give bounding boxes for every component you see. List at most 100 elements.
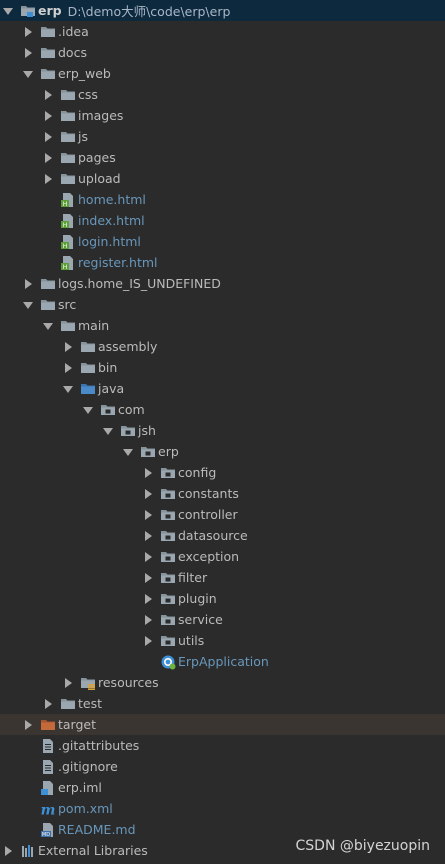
folder-icon (80, 360, 96, 376)
tree-node-main[interactable]: main (0, 315, 445, 336)
tree-node-erp[interactable]: erp D:\demo大师\code\erp\erp (0, 0, 445, 21)
svg-text:H: H (63, 243, 68, 250)
tree-node-datasource[interactable]: datasource (0, 525, 445, 546)
tree-node-service[interactable]: service (0, 609, 445, 630)
tree-node-label: erp.iml (58, 780, 102, 795)
collapse-arrow-icon[interactable] (22, 294, 34, 315)
collapse-arrow-icon[interactable] (82, 399, 94, 420)
tree-node-gitignore[interactable]: .gitignore (0, 756, 445, 777)
tree-node-com[interactable]: com (0, 399, 445, 420)
expand-arrow-icon[interactable] (62, 336, 74, 357)
collapse-arrow-icon[interactable] (42, 315, 54, 336)
tree-node-css[interactable]: css (0, 84, 445, 105)
tree-node-constants[interactable]: constants (0, 483, 445, 504)
libraries-icon (20, 843, 36, 859)
expand-arrow-icon[interactable] (42, 693, 54, 714)
expand-arrow-icon[interactable] (142, 462, 154, 483)
expand-arrow-icon[interactable] (142, 630, 154, 651)
tree-node-login-html[interactable]: Hlogin.html (0, 231, 445, 252)
folder-icon (60, 318, 76, 334)
tree-node-erp-web[interactable]: erp_web (0, 63, 445, 84)
excluded-folder-icon (40, 717, 56, 733)
tree-node-erp-application[interactable]: ErpApplication (0, 651, 445, 672)
package-icon (160, 486, 176, 502)
collapse-arrow-icon[interactable] (102, 420, 114, 441)
tree-node-js[interactable]: js (0, 126, 445, 147)
tree-node-pom-xml[interactable]: m pom.xml (0, 798, 445, 819)
resources-folder-icon (80, 675, 96, 691)
expand-arrow-icon[interactable] (42, 126, 54, 147)
tree-node-plugin[interactable]: plugin (0, 588, 445, 609)
tree-node-images[interactable]: images (0, 105, 445, 126)
tree-node-assembly[interactable]: assembly (0, 336, 445, 357)
tree-node-test[interactable]: test (0, 693, 445, 714)
expand-arrow-icon[interactable] (62, 357, 74, 378)
expand-arrow-icon[interactable] (22, 42, 34, 63)
tree-node-src[interactable]: src (0, 294, 445, 315)
tree-node-label: exception (178, 549, 240, 564)
package-icon (100, 402, 116, 418)
package-icon (160, 549, 176, 565)
maven-icon: m (40, 801, 56, 817)
tree-node-logs[interactable]: logs.home_IS_UNDEFINED (0, 273, 445, 294)
tree-node-pages[interactable]: pages (0, 147, 445, 168)
tree-node-label: js (78, 129, 88, 144)
tree-node-label: config (178, 465, 217, 480)
expand-arrow-icon[interactable] (22, 273, 34, 294)
expand-arrow-icon[interactable] (142, 567, 154, 588)
tree-node-jsh[interactable]: jsh (0, 420, 445, 441)
tree-node-gitattributes[interactable]: .gitattributes (0, 735, 445, 756)
tree-node-register-html[interactable]: Hregister.html (0, 252, 445, 273)
expand-arrow-icon[interactable] (142, 525, 154, 546)
tree-node-home-html[interactable]: Hhome.html (0, 189, 445, 210)
expand-arrow-icon[interactable] (22, 714, 34, 735)
tree-node-label: pages (78, 150, 116, 165)
tree-node-label: erp_web (58, 66, 111, 81)
expand-arrow-icon[interactable] (142, 504, 154, 525)
tree-node-label: ErpApplication (178, 654, 269, 669)
tree-node-upload[interactable]: upload (0, 168, 445, 189)
collapse-arrow-icon[interactable] (22, 63, 34, 84)
tree-node-target[interactable]: target (0, 714, 445, 735)
folder-icon (40, 276, 56, 292)
expand-arrow-icon[interactable] (42, 84, 54, 105)
expand-arrow-icon[interactable] (42, 168, 54, 189)
tree-node-utils[interactable]: utils (0, 630, 445, 651)
tree-node-readme[interactable]: MD README.md (0, 819, 445, 840)
expand-arrow-icon[interactable] (2, 840, 14, 861)
text-file-icon (40, 738, 56, 754)
folder-icon (60, 129, 76, 145)
tree-node-docs[interactable]: docs (0, 42, 445, 63)
package-icon (160, 633, 176, 649)
collapse-arrow-icon[interactable] (62, 378, 74, 399)
expand-arrow-icon[interactable] (142, 588, 154, 609)
tree-node-java[interactable]: java (0, 378, 445, 399)
tree-node-label: logs.home_IS_UNDEFINED (58, 276, 221, 291)
tree-node-resources[interactable]: resources (0, 672, 445, 693)
expand-arrow-icon[interactable] (62, 672, 74, 693)
package-icon (160, 591, 176, 607)
expand-arrow-icon[interactable] (142, 546, 154, 567)
collapse-arrow-icon[interactable] (2, 0, 14, 21)
collapse-arrow-icon[interactable] (122, 441, 134, 462)
expand-arrow-icon[interactable] (142, 483, 154, 504)
tree-node-idea[interactable]: .idea (0, 21, 445, 42)
tree-node-erp-iml[interactable]: erp.iml (0, 777, 445, 798)
tree-node-bin[interactable]: bin (0, 357, 445, 378)
tree-node-label: controller (178, 507, 238, 522)
tree-node-erp-package[interactable]: erp (0, 441, 445, 462)
tree-node-label: .idea (58, 24, 89, 39)
tree-node-index-html[interactable]: Hindex.html (0, 210, 445, 231)
folder-icon (80, 339, 96, 355)
tree-node-controller[interactable]: controller (0, 504, 445, 525)
expand-arrow-icon[interactable] (42, 147, 54, 168)
expand-arrow-icon[interactable] (22, 21, 34, 42)
svg-text:H: H (63, 201, 68, 208)
tree-node-filter[interactable]: filter (0, 567, 445, 588)
folder-icon (60, 171, 76, 187)
text-file-icon (40, 759, 56, 775)
expand-arrow-icon[interactable] (42, 105, 54, 126)
tree-node-config[interactable]: config (0, 462, 445, 483)
tree-node-exception[interactable]: exception (0, 546, 445, 567)
expand-arrow-icon[interactable] (142, 609, 154, 630)
